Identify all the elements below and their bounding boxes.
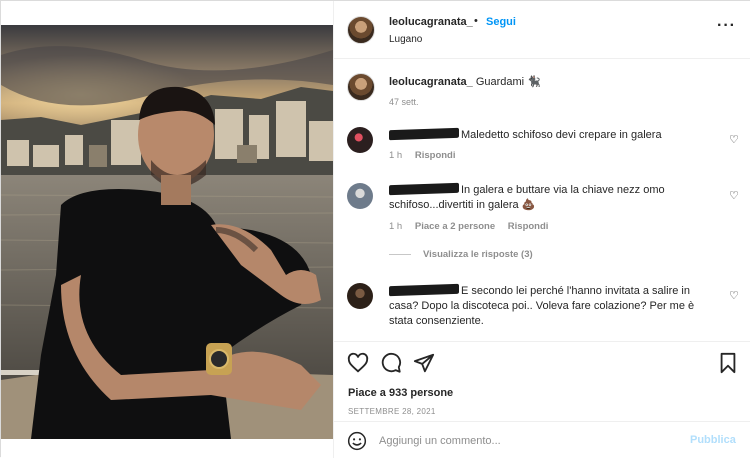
comment-time: 1 h xyxy=(389,221,403,232)
more-horizontal-icon[interactable]: ··· xyxy=(717,17,736,35)
post-actions: Piace a 933 persone SETTEMBRE 28, 2021 xyxy=(334,341,750,419)
comment-meta: 1 h Piace a 2 persone Rispondi xyxy=(389,221,548,232)
emoji-icon[interactable] xyxy=(347,431,367,451)
photo-top-margin xyxy=(1,1,333,25)
post-photo[interactable] xyxy=(1,25,333,439)
post-date: SETTEMBRE 28, 2021 xyxy=(348,407,436,416)
likes-count[interactable]: Piace a 933 persone xyxy=(348,387,453,399)
post-location[interactable]: Lugano xyxy=(389,34,422,45)
comment-body: Maledetto schifoso devi crepare in galer… xyxy=(389,127,714,143)
redacted-username xyxy=(389,127,459,141)
view-replies-button[interactable]: Visualizza le risposte (3) xyxy=(389,249,533,260)
send-icon[interactable] xyxy=(413,352,435,374)
comment-icon[interactable] xyxy=(380,352,402,374)
post-header: leolucagranata_ • Segui Lugano ··· xyxy=(334,1,750,59)
caption: leolucagranata_ Guardami 🐈‍⬛ xyxy=(389,75,541,88)
comment-body: E secondo lei perché l'hanno invitata a … xyxy=(389,283,714,329)
bookmark-icon[interactable] xyxy=(717,352,739,374)
add-comment-bar: Pubblica xyxy=(334,421,750,458)
comment-input[interactable] xyxy=(379,431,679,451)
caption-time: 47 sett. xyxy=(389,97,419,107)
view-replies-label: Visualizza le risposte (3) xyxy=(423,249,533,260)
caption-avatar[interactable] xyxy=(347,73,375,101)
post-photo-image xyxy=(1,25,333,439)
comment-body: In galera e buttare via la chiave nezz o… xyxy=(389,182,714,213)
redacted-username xyxy=(389,182,459,196)
reply-button[interactable]: Rispondi xyxy=(415,150,456,161)
author-username[interactable]: leolucagranata_ xyxy=(389,16,473,28)
reply-button[interactable]: Rispondi xyxy=(508,221,549,232)
comment-avatar[interactable] xyxy=(347,127,373,153)
post-details-panel: leolucagranata_ • Segui Lugano ··· leolu… xyxy=(333,1,750,458)
follow-button[interactable]: Segui xyxy=(486,16,516,28)
heart-icon[interactable] xyxy=(347,352,369,374)
caption-username[interactable]: leolucagranata_ xyxy=(389,76,473,88)
comment-avatar[interactable] xyxy=(347,183,373,209)
comment-like-heart-icon[interactable]: ♡ xyxy=(729,133,739,146)
comment-like-heart-icon[interactable]: ♡ xyxy=(729,189,739,202)
photo-bottom-margin xyxy=(1,439,333,458)
separator-dot: • xyxy=(474,15,478,27)
redacted-username xyxy=(389,283,459,297)
comment-time: 1 h xyxy=(389,150,403,161)
replies-divider xyxy=(389,253,411,255)
comment-avatar[interactable] xyxy=(347,283,373,309)
instagram-post: leolucagranata_ • Segui Lugano ··· leolu… xyxy=(0,0,750,458)
caption-text: Guardami 🐈‍⬛ xyxy=(475,76,541,88)
publish-button[interactable]: Pubblica xyxy=(690,434,736,446)
comment-meta: 1 h Rispondi xyxy=(389,150,456,161)
comment-like-heart-icon[interactable]: ♡ xyxy=(729,289,739,302)
comment-likes[interactable]: Piace a 2 persone xyxy=(415,221,495,232)
comments-section[interactable]: leolucagranata_ Guardami 🐈‍⬛ 47 sett. Ma… xyxy=(334,59,750,341)
comment-text: Maledetto schifoso devi crepare in galer… xyxy=(461,129,662,141)
author-avatar[interactable] xyxy=(347,16,375,44)
